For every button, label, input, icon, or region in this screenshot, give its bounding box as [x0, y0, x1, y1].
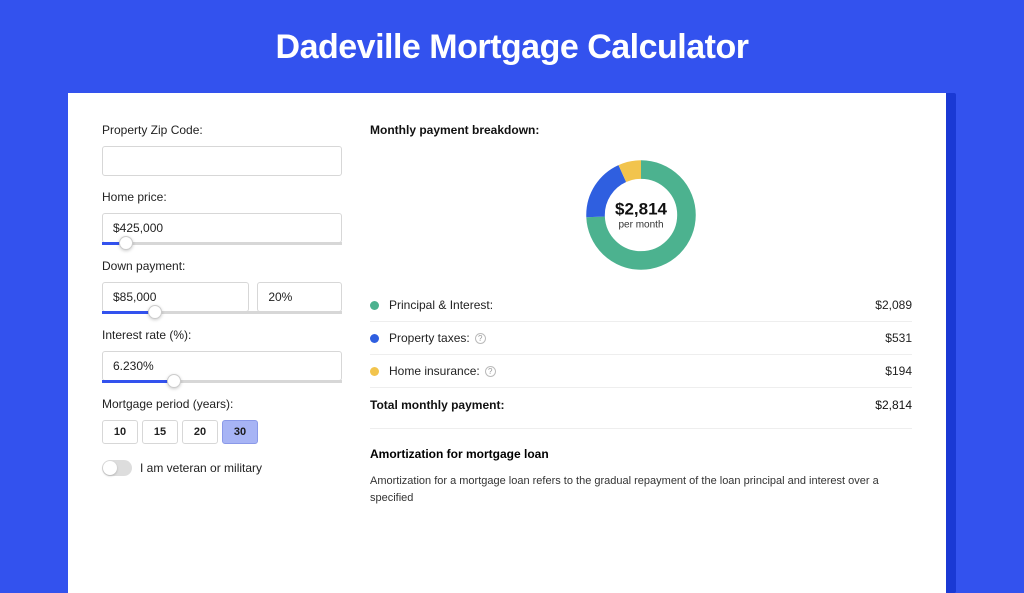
donut-amount: $2,814	[615, 200, 667, 220]
legend-dot-icon	[370, 334, 379, 343]
veteran-toggle-knob	[103, 461, 117, 475]
home-price-slider[interactable]	[102, 242, 342, 245]
interest-slider[interactable]	[102, 380, 342, 383]
legend-value: $531	[885, 331, 912, 345]
total-label: Total monthly payment:	[370, 398, 875, 412]
down-payment-field-group: Down payment:	[102, 259, 342, 314]
zip-label: Property Zip Code:	[102, 123, 342, 137]
calculator-panel: Property Zip Code: Home price: Down paym…	[68, 93, 946, 593]
form-column: Property Zip Code: Home price: Down paym…	[102, 123, 342, 593]
amortization-section: Amortization for mortgage loan Amortizat…	[370, 428, 912, 506]
panel-shadow: Property Zip Code: Home price: Down paym…	[68, 93, 956, 593]
donut-chart: $2,814 per month	[581, 155, 701, 275]
home-price-label: Home price:	[102, 190, 342, 204]
period-label: Mortgage period (years):	[102, 397, 342, 411]
down-payment-slider[interactable]	[102, 311, 342, 314]
legend-value: $2,089	[875, 298, 912, 312]
veteran-label: I am veteran or military	[140, 461, 262, 475]
legend-label: Principal & Interest:	[389, 298, 875, 312]
breakdown-column: Monthly payment breakdown: $2,814 per mo…	[370, 123, 912, 593]
amortization-text: Amortization for a mortgage loan refers …	[370, 473, 912, 506]
veteran-toggle-row: I am veteran or military	[102, 460, 342, 476]
total-value: $2,814	[875, 398, 912, 412]
legend-row-insurance: Home insurance:?$194	[370, 354, 912, 387]
down-payment-slider-thumb[interactable]	[148, 305, 162, 319]
period-option-20[interactable]: 20	[182, 420, 218, 444]
interest-slider-thumb[interactable]	[167, 374, 181, 388]
legend-total-row: Total monthly payment: $2,814	[370, 387, 912, 422]
legend: Principal & Interest:$2,089Property taxe…	[370, 289, 912, 387]
down-payment-label: Down payment:	[102, 259, 342, 273]
legend-dot-icon	[370, 301, 379, 310]
legend-label: Home insurance:?	[389, 364, 885, 378]
info-icon[interactable]: ?	[475, 333, 486, 344]
donut-center: $2,814 per month	[615, 200, 667, 231]
interest-label: Interest rate (%):	[102, 328, 342, 342]
interest-field-group: Interest rate (%):	[102, 328, 342, 383]
period-options: 10152030	[102, 420, 342, 444]
veteran-toggle[interactable]	[102, 460, 132, 476]
breakdown-title: Monthly payment breakdown:	[370, 123, 912, 137]
down-payment-input[interactable]	[102, 282, 249, 312]
home-price-field-group: Home price:	[102, 190, 342, 245]
legend-row-taxes: Property taxes:?$531	[370, 321, 912, 354]
period-field-group: Mortgage period (years): 10152030	[102, 397, 342, 444]
period-option-30[interactable]: 30	[222, 420, 258, 444]
donut-sub: per month	[615, 220, 667, 231]
zip-field-group: Property Zip Code:	[102, 123, 342, 176]
legend-label: Property taxes:?	[389, 331, 885, 345]
legend-dot-icon	[370, 367, 379, 376]
legend-row-principal: Principal & Interest:$2,089	[370, 289, 912, 321]
page-title: Dadeville Mortgage Calculator	[0, 0, 1024, 93]
zip-input[interactable]	[102, 146, 342, 176]
period-option-15[interactable]: 15	[142, 420, 178, 444]
period-option-10[interactable]: 10	[102, 420, 138, 444]
amortization-title: Amortization for mortgage loan	[370, 447, 912, 461]
home-price-slider-thumb[interactable]	[119, 236, 133, 250]
down-payment-pct-input[interactable]	[257, 282, 342, 312]
interest-input[interactable]	[102, 351, 342, 381]
donut-wrap: $2,814 per month	[370, 149, 912, 289]
home-price-input[interactable]	[102, 213, 342, 243]
legend-value: $194	[885, 364, 912, 378]
info-icon[interactable]: ?	[485, 366, 496, 377]
